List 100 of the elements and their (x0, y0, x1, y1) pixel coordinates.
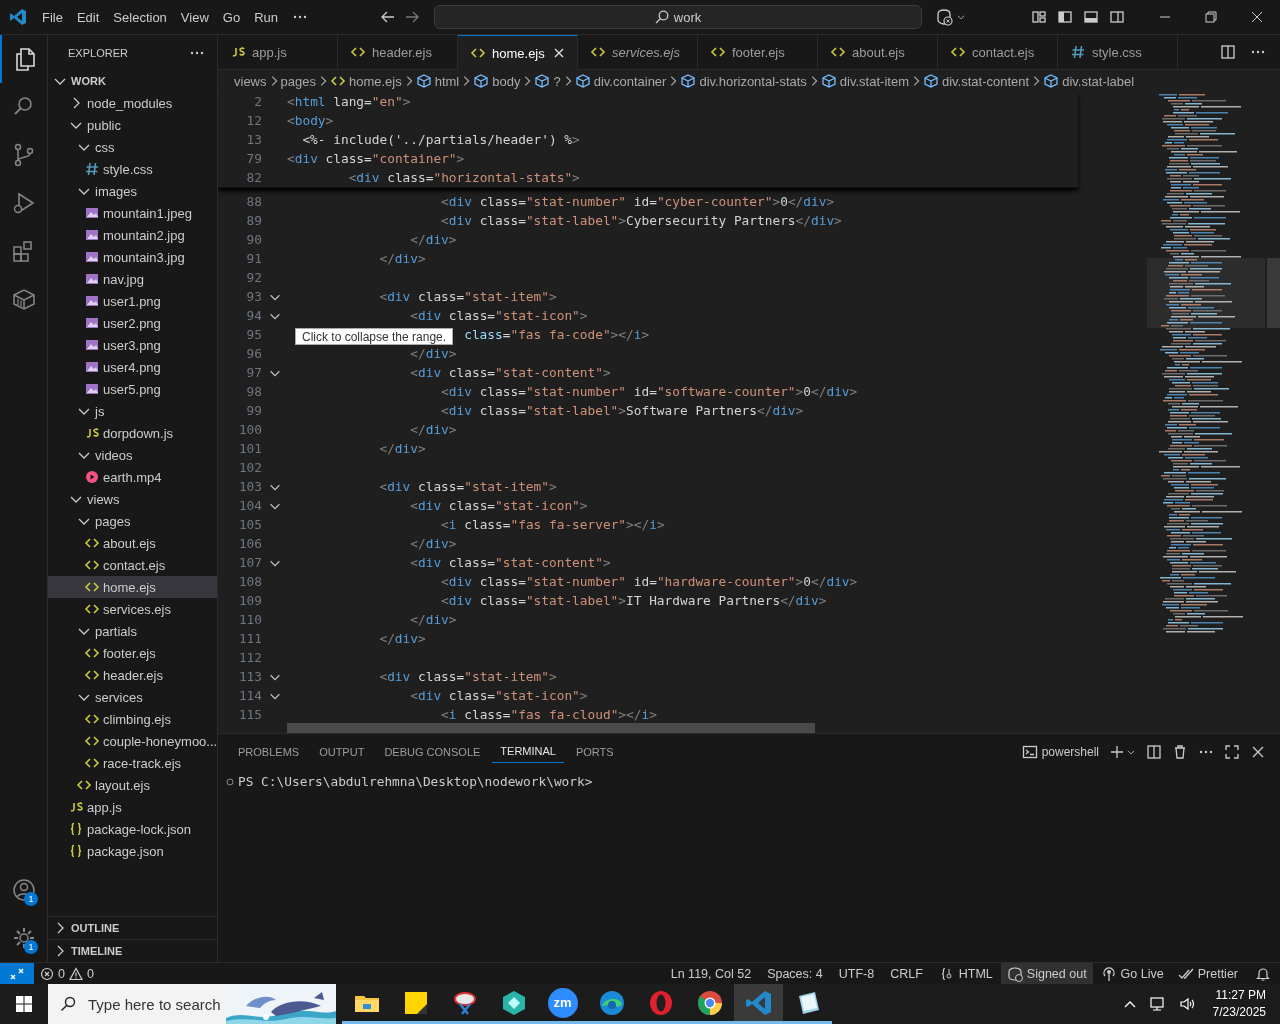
folder-item[interactable]: videos (48, 444, 217, 466)
breadcrumb-item[interactable]: body (473, 73, 521, 89)
horizontal-scrollbar[interactable] (287, 723, 815, 733)
tree-item[interactable]: package-lock.json (48, 818, 217, 840)
tree-item[interactable]: user4.png (48, 356, 217, 378)
folder-header[interactable]: WORK (48, 70, 217, 92)
menu-item[interactable]: Run (247, 6, 285, 28)
panel-tab[interactable]: DEBUG CONSOLE (376, 740, 489, 763)
status-item[interactable]: Ln 119, Col 52 (664, 963, 758, 984)
tree-item[interactable]: user5.png (48, 378, 217, 400)
split-terminal-icon[interactable] (1146, 743, 1162, 760)
plus-icon[interactable] (1109, 743, 1125, 760)
tree-item[interactable]: mountain1.jpeg (48, 202, 217, 224)
tree-item[interactable]: package.json (48, 840, 217, 862)
editor-tab[interactable]: home.ejs (458, 35, 578, 70)
sidebar-toggle-icon[interactable] (1057, 9, 1073, 25)
maximize-icon[interactable] (1224, 743, 1240, 760)
tree-item[interactable]: dorpdown.js (48, 422, 217, 444)
trash-icon[interactable] (1172, 743, 1188, 760)
breadcrumb-item[interactable]: div.horizontal-stats (680, 73, 807, 89)
tree-item[interactable]: contact.ejs (48, 554, 217, 576)
status-item[interactable]: Signed out (1000, 963, 1093, 984)
folder-item[interactable]: node_modules (48, 92, 217, 114)
breadcrumb-item[interactable]: home.ejs (329, 73, 402, 89)
terminal-selector[interactable]: powershell (1021, 743, 1099, 760)
breadcrumb-item[interactable]: div.stat-content (922, 73, 1030, 89)
secondary-sidebar-icon[interactable] (1109, 9, 1125, 25)
menu-item[interactable]: File (35, 6, 70, 28)
folder-item[interactable]: css (48, 136, 217, 158)
split-editor-icon[interactable] (1220, 44, 1236, 60)
command-center[interactable]: work (433, 5, 922, 29)
tree-item[interactable]: app.js (48, 796, 217, 818)
folder-item[interactable]: views (48, 488, 217, 510)
tree-item[interactable]: user3.png (48, 334, 217, 356)
editor-tab[interactable]: services.ejs (578, 35, 698, 69)
network-icon[interactable] (1148, 996, 1167, 1012)
breadcrumb-item[interactable]: views (234, 73, 267, 89)
panel-toggle-icon[interactable] (1083, 9, 1099, 25)
tree-item[interactable]: header.ejs (48, 664, 217, 686)
folder-item[interactable]: public (48, 114, 217, 136)
breadcrumb-item[interactable]: html (415, 73, 460, 89)
editor-tab[interactable]: about.ejs (818, 35, 938, 69)
breadcrumb-item[interactable]: div.stat-item (820, 73, 909, 89)
tree-item[interactable]: home.ejs (48, 576, 217, 598)
folder-item[interactable]: js (48, 400, 217, 422)
back-arrow-icon[interactable] (379, 9, 396, 25)
panel-tab[interactable]: PROBLEMS (230, 740, 308, 763)
panel-tab[interactable]: TERMINAL (492, 740, 564, 763)
volume-icon[interactable] (1178, 996, 1197, 1012)
status-item[interactable]: Go Live (1094, 963, 1170, 984)
status-item[interactable]: UTF-8 (832, 963, 881, 984)
breadcrumb-item[interactable]: div.stat-label (1043, 73, 1135, 89)
box-icon[interactable] (10, 286, 37, 312)
status-item[interactable]: CRLF (884, 963, 929, 984)
folder-item[interactable]: pages (48, 510, 217, 532)
bell-icon[interactable] (1256, 966, 1270, 981)
editor-tab[interactable]: style.css (1058, 35, 1178, 69)
breadcrumb-item[interactable]: pages (280, 73, 316, 89)
folder-item[interactable]: partials (48, 620, 217, 642)
problems-button[interactable]: 0 0 (34, 963, 100, 984)
tree-item[interactable]: user2.png (48, 312, 217, 334)
section-header[interactable]: OUTLINE (48, 916, 217, 939)
tree-item[interactable]: layout.ejs (48, 774, 217, 796)
tree-item[interactable]: mountain3.jpg (48, 246, 217, 268)
tree-item[interactable]: style.css (48, 158, 217, 180)
folder-item[interactable]: services (48, 686, 217, 708)
panel-tab[interactable]: OUTPUT (311, 740, 373, 763)
status-item[interactable]: Prettier (1171, 963, 1244, 984)
panel-tab[interactable]: PORTS (567, 740, 622, 763)
tree-item[interactable]: earth.mp4 (48, 466, 217, 488)
tree-item[interactable]: nav.jpg (48, 268, 217, 290)
clock[interactable]: 11:27 PM 7/23/2025 (1208, 987, 1270, 1021)
close-icon[interactable] (1251, 11, 1263, 23)
menu-item[interactable]: View (173, 6, 216, 28)
vertical-scrollbar[interactable] (1267, 258, 1280, 328)
forward-arrow-icon[interactable] (403, 9, 420, 25)
status-item[interactable]: HTML (932, 963, 999, 984)
menu-item[interactable]: Go (215, 6, 248, 28)
windows-start-icon[interactable] (16, 996, 32, 1012)
tree-item[interactable]: about.ejs (48, 532, 217, 554)
menu-item[interactable]: Selection (106, 6, 174, 28)
menu-item[interactable]: Edit (69, 6, 107, 28)
tree-item[interactable]: user1.png (48, 290, 217, 312)
breadcrumb-item[interactable]: ? (534, 73, 561, 89)
tree-item[interactable]: services.ejs (48, 598, 217, 620)
search-box[interactable]: Type here to search (48, 984, 336, 1024)
tree-item[interactable]: couple-honeymoo... (48, 730, 217, 752)
folder-item[interactable]: images (48, 180, 217, 202)
editor-tab[interactable]: contact.ejs (938, 35, 1058, 69)
restore-icon[interactable] (1205, 11, 1217, 23)
account-icon[interactable] (10, 877, 37, 903)
tree-item[interactable]: footer.ejs (48, 642, 217, 664)
breadcrumb-item[interactable]: div.container (574, 73, 667, 89)
editor-tab[interactable]: footer.ejs (698, 35, 818, 69)
tree-item[interactable]: climbing.ejs (48, 708, 217, 730)
remote-button[interactable] (0, 962, 34, 985)
tree-item[interactable]: mountain2.jpg (48, 224, 217, 246)
status-item[interactable]: Spaces: 4 (761, 963, 829, 984)
tree-item[interactable]: race-track.ejs (48, 752, 217, 774)
search-field[interactable]: Type here to search (88, 995, 222, 1013)
